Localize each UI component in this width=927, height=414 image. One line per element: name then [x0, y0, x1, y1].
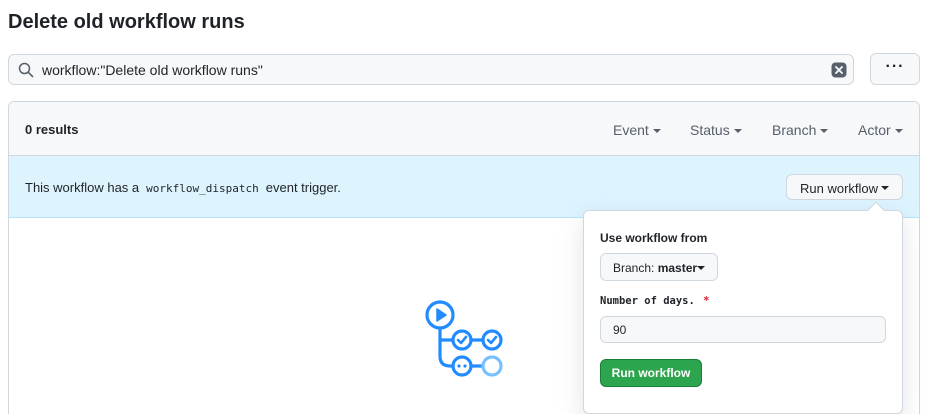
use-workflow-from-label: Use workflow from: [600, 231, 708, 245]
filter-event[interactable]: Event: [613, 122, 661, 138]
days-field-label: Number of days. *: [600, 295, 710, 307]
caret-down-icon: [820, 129, 829, 133]
workflow-search-field[interactable]: workflow:"Delete old workflow runs": [8, 54, 854, 85]
search-input[interactable]: workflow:"Delete old workflow runs": [42, 62, 263, 78]
results-header: 0 results Event Status Branch Actor: [9, 102, 919, 156]
run-workflow-submit-button[interactable]: Run workflow: [600, 359, 702, 387]
caret-down-icon: [733, 129, 742, 133]
search-icon: [18, 62, 34, 78]
page-title: Delete old workflow runs: [8, 11, 245, 33]
more-options-button[interactable]: ···: [870, 53, 920, 85]
results-count: 0 results: [25, 122, 79, 137]
caret-down-icon: [652, 129, 661, 133]
branch-select-button[interactable]: Branch: master: [600, 253, 718, 281]
dispatch-code: workflow_dispatch: [146, 182, 259, 195]
dispatch-message: This workflow has a workflow_dispatch even…: [25, 180, 341, 195]
days-input[interactable]: [600, 316, 886, 343]
workflow-dispatch-banner: This workflow has a workflow_dispatch even…: [9, 156, 919, 218]
workflow-icon: [425, 300, 503, 377]
filter-branch[interactable]: Branch: [772, 122, 829, 138]
kebab-horizontal-icon: ···: [885, 58, 905, 75]
filter-actor[interactable]: Actor: [858, 122, 903, 138]
caret-down-icon: [697, 266, 705, 270]
clear-search-icon[interactable]: [831, 62, 847, 78]
caret-down-icon: [881, 186, 889, 190]
run-workflow-dropdown-button[interactable]: Run workflow: [786, 174, 903, 200]
run-workflow-popover: Use workflow from Branch: master Number …: [583, 201, 903, 414]
filter-status[interactable]: Status: [690, 122, 742, 138]
caret-down-icon: [894, 129, 903, 133]
required-marker: *: [703, 295, 710, 307]
